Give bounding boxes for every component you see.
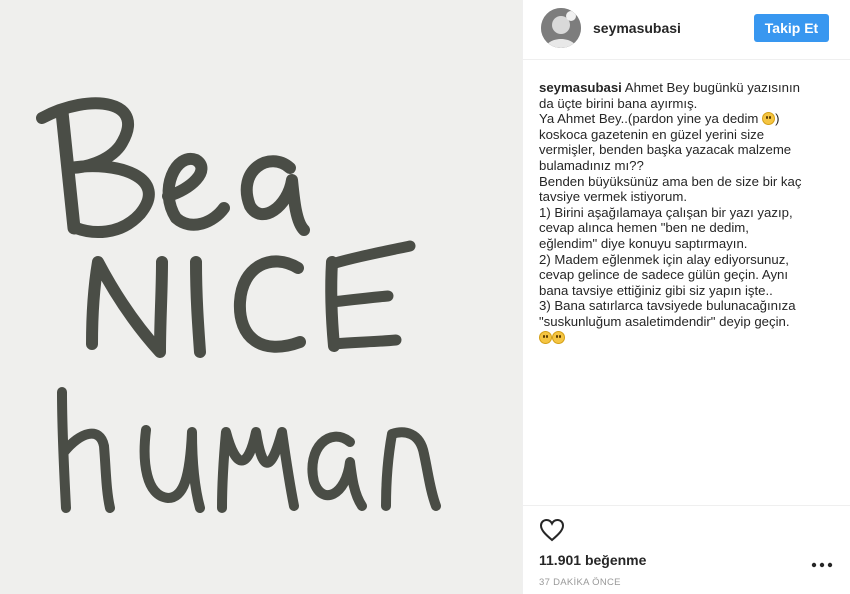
lettering-a xyxy=(240,155,310,236)
grin-emoji-icon xyxy=(762,112,776,126)
heart-outline-icon[interactable] xyxy=(539,518,565,542)
caption-text-line: tavsiye vermek istiyorum. xyxy=(539,189,688,205)
caption-text-line: cevap gelince de sadece gülün geçin. Ayn… xyxy=(539,267,789,283)
caption-text-line: cevap alınca hemen "ben ne dedim, xyxy=(539,220,749,236)
caption-text-line: Ahmet Bey bugünkü yazısının xyxy=(624,80,800,95)
caption-text-line: bana tavsiye ettiğiniz gibi siz yapın iş… xyxy=(539,282,773,298)
caption-text-line: 3) Bana satırlarca tavsiyede bulunacağın… xyxy=(539,298,796,314)
post-header: seymasubasi Takip Et xyxy=(523,0,850,60)
header-username[interactable]: seymasubasi xyxy=(593,20,681,36)
caption-text-fragment: ) xyxy=(775,111,780,127)
caption-text-line: vermişler, benden başka yazacak malzeme xyxy=(539,142,792,158)
post-timestamp[interactable]: 37 DAKİKA ÖNCE xyxy=(539,577,621,588)
caption-text-line: eğlendim" diye konuyu saptırmayın. xyxy=(539,235,748,251)
lettering-N xyxy=(86,256,168,358)
post-lettering-artwork xyxy=(36,97,441,513)
caption-text-line: 1) Birini aşağılamaya çalışan bir yazı y… xyxy=(539,204,793,220)
actions-divider xyxy=(523,505,850,506)
more-options-icon[interactable] xyxy=(811,561,833,569)
lettering-I xyxy=(190,256,206,358)
avatar-photo xyxy=(541,8,581,48)
caption-username[interactable]: seymasubasi xyxy=(539,80,622,95)
avatar[interactable] xyxy=(541,8,581,48)
grin-emoji-icon xyxy=(539,330,552,344)
post-caption: seymasubasi Ahmet Bey bugünkü yazısının … xyxy=(539,80,835,345)
lettering-C xyxy=(233,255,306,353)
caption-text-line: Benden büyüksünüz ama ben de size bir ka… xyxy=(539,173,802,189)
caption-text-line: koskoca gazetenin en güzel yerini size xyxy=(539,126,765,142)
lettering-human xyxy=(57,387,441,513)
caption-text-fragment: Ya Ahmet Bey..(pardon yine ya dedim xyxy=(539,111,759,127)
post-image xyxy=(0,0,522,594)
caption-text-line: 2) Madem eğlenmek için alay ediyorsunuz, xyxy=(539,251,789,267)
caption-first-line: seymasubasi Ahmet Bey bugünkü yazısının xyxy=(539,80,835,96)
lettering-E-arms xyxy=(326,240,416,350)
follow-button[interactable]: Takip Et xyxy=(754,14,829,42)
wink-emoji-icon xyxy=(552,330,565,344)
lettering-e1 xyxy=(162,153,230,231)
caption-text-line: da üçte birini bana ayırmış. xyxy=(539,95,698,111)
caption-text-line: Ya Ahmet Bey..(pardon yine ya dedim ) xyxy=(539,111,835,127)
caption-text-line: bulamadınız mı?? xyxy=(539,157,644,173)
caption-emoji-line xyxy=(539,330,835,346)
likes-count[interactable]: 11.901 beğenme xyxy=(539,552,646,568)
caption-text-line: "suskunluğum asaletimdendir" deyip geçin… xyxy=(539,313,790,329)
post-details-panel: seymasubasi Takip Et seymasubasi Ahmet B… xyxy=(522,0,850,594)
